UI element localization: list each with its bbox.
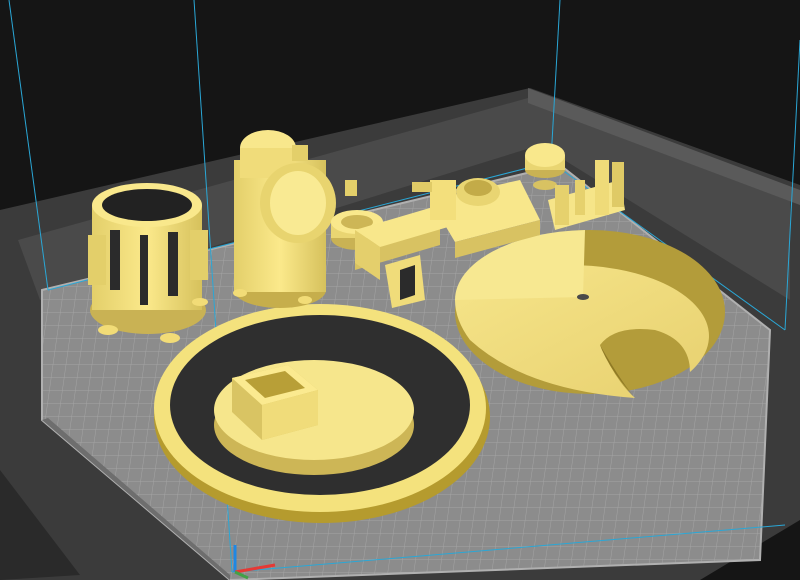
cylindrical-cage-part[interactable] [88,183,208,343]
scene[interactable] [0,0,800,580]
round-base-plate-part[interactable] [154,304,490,523]
3d-viewport[interactable] [0,0,800,580]
